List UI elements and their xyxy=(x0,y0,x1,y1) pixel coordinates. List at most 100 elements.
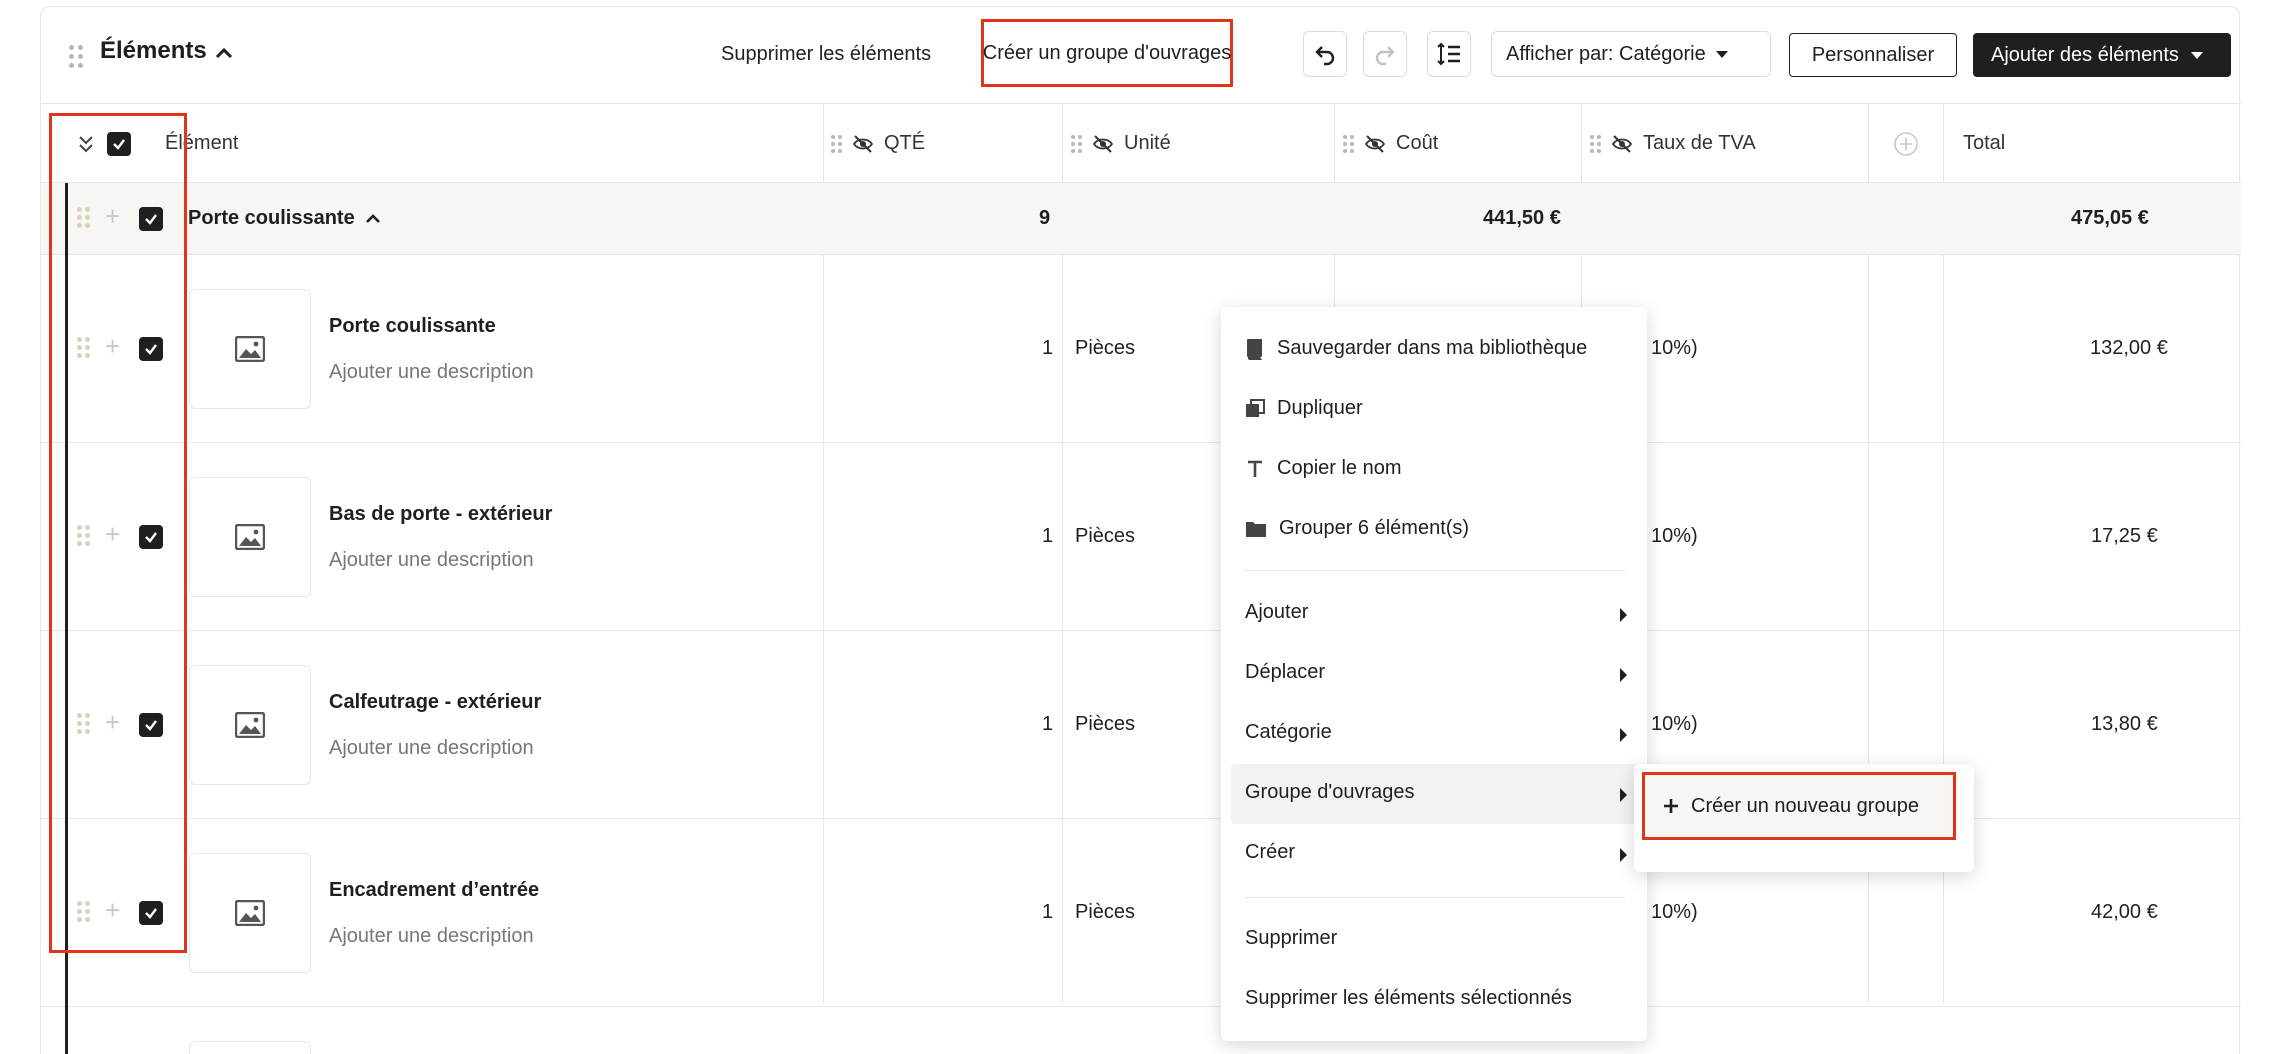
redo-button[interactable] xyxy=(1363,31,1407,77)
menu-item-label: Dupliquer xyxy=(1277,397,1363,419)
create-new-group-item[interactable]: Créer un nouveau groupe xyxy=(1642,772,1956,840)
column-qty[interactable]: QTÉ xyxy=(831,132,925,155)
line-spacing-button[interactable] xyxy=(1427,31,1471,77)
item-vat[interactable]: 10%) xyxy=(1651,337,1698,360)
image-icon xyxy=(235,712,265,738)
eye-off-icon[interactable] xyxy=(1364,134,1386,153)
section-title: Éléments xyxy=(100,37,207,64)
item-description[interactable]: Ajouter une description xyxy=(329,737,534,760)
item-unit[interactable]: Pièces xyxy=(1075,525,1135,548)
chevron-right-icon xyxy=(1620,848,1627,862)
drag-handle-icon[interactable] xyxy=(831,134,842,153)
item-name[interactable]: Porte coulissante xyxy=(329,315,496,338)
drag-handle-icon[interactable] xyxy=(69,45,83,68)
folder-icon xyxy=(1246,521,1266,537)
item-image-placeholder[interactable] xyxy=(189,853,311,973)
duplicate-icon xyxy=(1246,398,1265,417)
item-total: 42,00 € xyxy=(2091,901,2158,923)
menu-item-create[interactable]: Créer xyxy=(1245,841,1295,864)
display-by-select[interactable]: Afficher par: Catégorie xyxy=(1491,31,1771,77)
column-cost[interactable]: Coût xyxy=(1343,132,1438,155)
menu-item-move[interactable]: Déplacer xyxy=(1245,661,1325,684)
menu-item-delete[interactable]: Supprimer xyxy=(1245,927,1337,950)
chevron-right-icon xyxy=(1620,728,1627,742)
selection-highlight xyxy=(49,113,187,953)
table-row[interactable]: + Porte coulissante Ajouter une descript… xyxy=(41,255,2241,443)
chevron-up-icon[interactable] xyxy=(363,209,383,229)
item-qty[interactable]: 1 xyxy=(1042,337,1053,360)
chevron-up-icon[interactable] xyxy=(213,43,235,65)
menu-item-label: Copier le nom xyxy=(1277,457,1402,479)
menu-separator xyxy=(1245,897,1625,898)
column-vat[interactable]: Taux de TVA xyxy=(1590,132,1756,155)
item-description[interactable]: Ajouter une description xyxy=(329,549,534,572)
item-qty[interactable]: 1 xyxy=(1042,901,1053,924)
menu-item-copy-name[interactable]: Copier le nom xyxy=(1245,457,1402,480)
menu-item-label: Ajouter xyxy=(1245,601,1309,623)
item-unit[interactable]: Pièces xyxy=(1075,713,1135,736)
menu-item-duplicate[interactable]: Dupliquer xyxy=(1245,397,1363,420)
context-menu: Sauvegarder dans ma bibliothèque Dupliqu… xyxy=(1221,307,1647,1041)
group-name[interactable]: Porte coulissante xyxy=(188,207,355,230)
item-description[interactable]: Ajouter une description xyxy=(329,361,534,384)
menu-item-category[interactable]: Catégorie xyxy=(1245,721,1332,744)
item-image-placeholder[interactable] xyxy=(189,665,311,785)
item-total: 13,80 € xyxy=(2091,713,2158,735)
item-image-placeholder[interactable] xyxy=(189,1041,311,1054)
eye-off-icon[interactable] xyxy=(852,134,874,153)
item-name[interactable]: Bas de porte - extérieur xyxy=(329,503,552,526)
customize-button[interactable]: Personnaliser xyxy=(1789,33,1957,77)
column-cost-label: Coût xyxy=(1396,132,1439,154)
menu-item-add[interactable]: Ajouter xyxy=(1245,601,1308,624)
menu-item-label: Supprimer les éléments sélectionnés xyxy=(1245,987,1572,1009)
item-description[interactable]: Ajouter une description xyxy=(329,925,534,948)
column-total[interactable]: Total xyxy=(1963,132,2005,155)
chevron-right-icon xyxy=(1620,668,1627,682)
item-name[interactable]: Calfeutrage - extérieur xyxy=(329,691,541,714)
column-unit-label: Unité xyxy=(1124,132,1171,154)
add-items-button[interactable]: Ajouter des éléments xyxy=(1973,33,2231,77)
create-new-group-label: Créer un nouveau groupe xyxy=(1691,794,1919,817)
item-vat[interactable]: 10%) xyxy=(1651,713,1698,736)
image-icon xyxy=(235,336,265,362)
table-row[interactable]: + Bas de porte - extérieur Ajouter une d… xyxy=(41,443,2241,631)
caret-down-icon xyxy=(2190,51,2203,59)
text-icon xyxy=(1248,460,1262,477)
chevron-right-icon xyxy=(1620,788,1627,802)
item-total: 17,25 € xyxy=(2091,525,2158,547)
library-icon xyxy=(1247,338,1262,360)
menu-item-work-group[interactable]: Groupe d'ouvrages xyxy=(1245,781,1414,804)
item-vat[interactable]: 10%) xyxy=(1651,525,1698,548)
item-unit[interactable]: Pièces xyxy=(1075,901,1135,924)
drag-handle-icon[interactable] xyxy=(1343,134,1354,153)
chevron-right-icon xyxy=(1620,608,1627,622)
redo-icon xyxy=(1375,46,1395,66)
item-image-placeholder[interactable] xyxy=(189,477,311,597)
items-panel: Éléments Supprimer les éléments Créer un… xyxy=(40,6,2241,1054)
delete-items-button[interactable]: Supprimer les éléments xyxy=(721,43,931,66)
item-image-placeholder[interactable] xyxy=(189,289,311,409)
eye-off-icon[interactable] xyxy=(1092,134,1114,153)
item-unit[interactable]: Pièces xyxy=(1075,337,1135,360)
drag-handle-icon[interactable] xyxy=(1071,134,1082,153)
item-qty[interactable]: 1 xyxy=(1042,525,1053,548)
menu-item-delete-selected[interactable]: Supprimer les éléments sélectionnés xyxy=(1245,987,1572,1010)
eye-off-icon[interactable] xyxy=(1611,134,1633,153)
drag-handle-icon[interactable] xyxy=(1590,134,1601,153)
item-vat[interactable]: 10%) xyxy=(1651,901,1698,924)
add-column-icon[interactable] xyxy=(1892,130,1920,158)
menu-item-save-library[interactable]: Sauvegarder dans ma bibliothèque xyxy=(1245,337,1587,360)
table-row[interactable] xyxy=(41,1007,2241,1054)
item-name[interactable]: Encadrement d’entrée xyxy=(329,879,539,902)
item-qty[interactable]: 1 xyxy=(1042,713,1053,736)
column-unit[interactable]: Unité xyxy=(1071,132,1171,155)
menu-item-label: Supprimer xyxy=(1245,927,1338,949)
undo-button[interactable] xyxy=(1303,31,1347,77)
menu-item-group-items[interactable]: Grouper 6 élément(s) xyxy=(1245,517,1469,540)
caret-down-icon xyxy=(1715,50,1728,58)
menu-item-label: Grouper 6 élément(s) xyxy=(1279,517,1470,539)
line-spacing-icon xyxy=(1437,42,1460,66)
group-row[interactable]: + Porte coulissante 9 441,50 € 475,05 € xyxy=(41,183,2241,255)
menu-item-label: Sauvegarder dans ma bibliothèque xyxy=(1277,337,1588,359)
create-work-group-button[interactable]: Créer un groupe d'ouvrages xyxy=(981,19,1233,87)
